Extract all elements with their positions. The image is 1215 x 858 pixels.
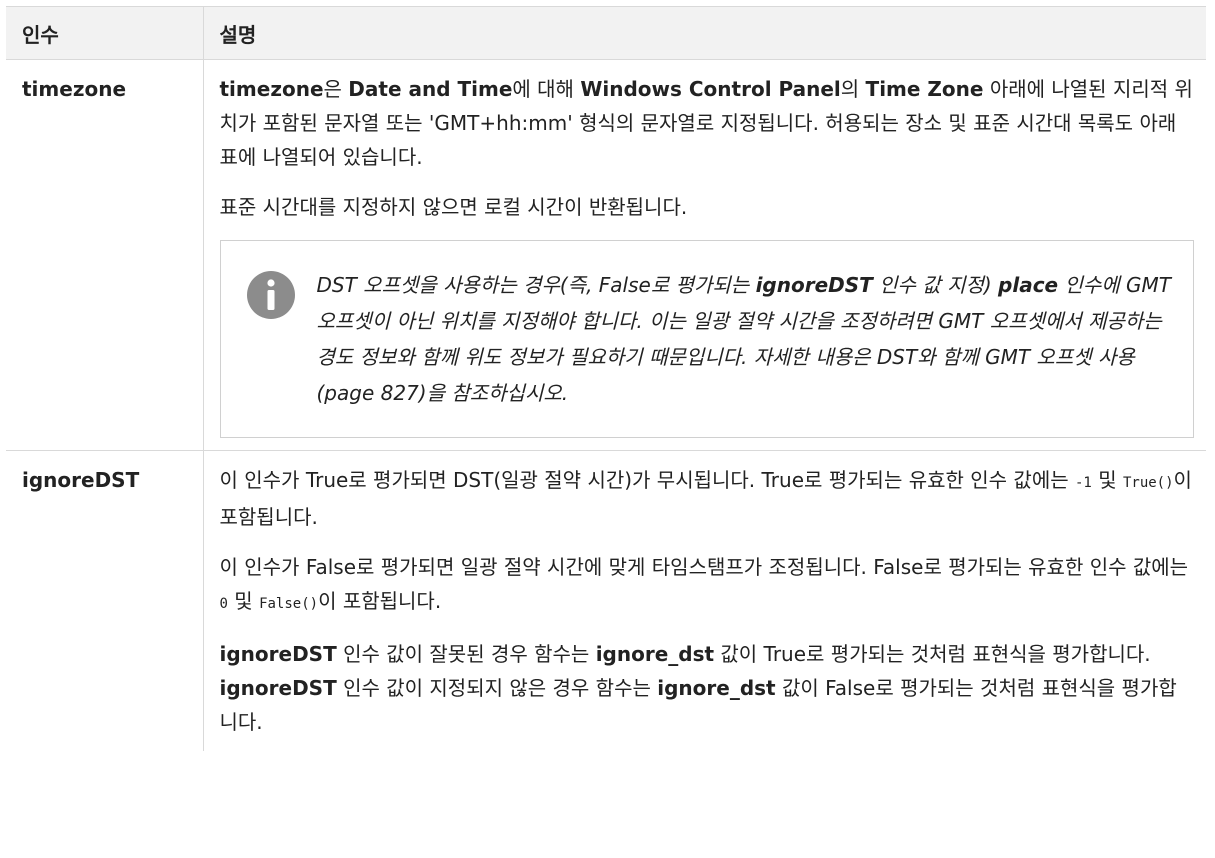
text-run: 은 — [323, 77, 349, 101]
bold-term: Date and Time — [348, 77, 513, 101]
bold-term: place — [998, 273, 1059, 297]
text-run: 이 인수가 True로 평가되면 DST(일광 절약 시간)가 무시됩니다. T… — [219, 468, 1075, 492]
code-value: True() — [1122, 475, 1174, 491]
note-box: DST 오프셋을 사용하는 경우(즉, False로 평가되는 ignoreDS… — [219, 240, 1194, 438]
table-header-row: 인수 설명 — [6, 6, 1206, 60]
bold-term: ignoreDST — [219, 642, 337, 666]
info-icon — [246, 271, 295, 319]
header-description: 설명 — [203, 6, 1206, 60]
text-run: 의 — [840, 77, 866, 101]
code-value: 0 — [219, 596, 228, 612]
note-text: DST 오프셋을 사용하는 경우(즉, False로 평가되는 ignoreDS… — [317, 267, 1174, 411]
argument-description: timezone은 Date and Time에 대해 Windows Cont… — [203, 59, 1206, 451]
argument-name: ignoreDST — [6, 450, 204, 751]
bold-term: Windows Control Panel — [580, 77, 841, 101]
bold-term: ignore_dst — [595, 642, 715, 666]
header-argument: 인수 — [6, 6, 204, 60]
bold-term: ignoreDST — [219, 676, 337, 700]
argument-description: 이 인수가 True로 평가되면 DST(일광 절약 시간)가 무시됩니다. T… — [203, 451, 1206, 752]
text-run: 인수 값 지정) — [872, 273, 999, 297]
text-run: 인수 값이 잘못된 경우 함수는 — [336, 642, 596, 666]
bold-term: Time Zone — [865, 77, 984, 101]
text-run: DST 오프셋을 사용하는 경우(즉, False로 평가되는 — [316, 273, 756, 297]
text-run: 에 대해 — [512, 77, 581, 101]
paragraph: 이 인수가 True로 평가되면 DST(일광 절약 시간)가 무시됩니다. T… — [220, 463, 1195, 534]
text-run: 인수 값이 지정되지 않은 경우 함수는 — [336, 676, 658, 700]
argument-name: timezone — [6, 59, 204, 451]
paragraph: 표준 시간대를 지정하지 않으면 로컬 시간이 반환됩니다. — [219, 195, 688, 219]
paragraph: ignoreDST 인수 값이 잘못된 경우 함수는 ignore_dst 값이… — [220, 637, 1195, 739]
table-row: ignoreDST 이 인수가 True로 평가되면 DST(일광 절약 시간)… — [6, 450, 1206, 752]
bold-term: ignore_dst — [657, 676, 776, 700]
paragraph: 이 인수가 False로 평가되면 일광 절약 시간에 맞게 타임스탬프가 조정… — [220, 550, 1195, 621]
table-row: timezone timezone은 Date and Time에 대해 Win… — [6, 59, 1206, 451]
text-run: 및 — [1091, 468, 1123, 492]
text-run: 이 인수가 False로 평가되면 일광 절약 시간에 맞게 타임스탬프가 조정… — [219, 555, 1189, 579]
code-value: -1 — [1074, 475, 1092, 491]
code-value: False() — [259, 596, 319, 612]
text-run: 이 포함됩니다. — [318, 589, 442, 613]
text-run: 및 — [227, 589, 260, 613]
arguments-table: 인수 설명 timezone timezone은 Date and Time에 … — [6, 6, 1206, 751]
bold-term: ignoreDST — [755, 273, 873, 297]
text-run: 값이 True로 평가되는 것처럼 표현식을 평가합니다. — [714, 642, 1151, 666]
paragraph: timezone은 Date and Time에 대해 Windows Cont… — [220, 72, 1195, 174]
bold-term: timezone — [219, 77, 324, 101]
